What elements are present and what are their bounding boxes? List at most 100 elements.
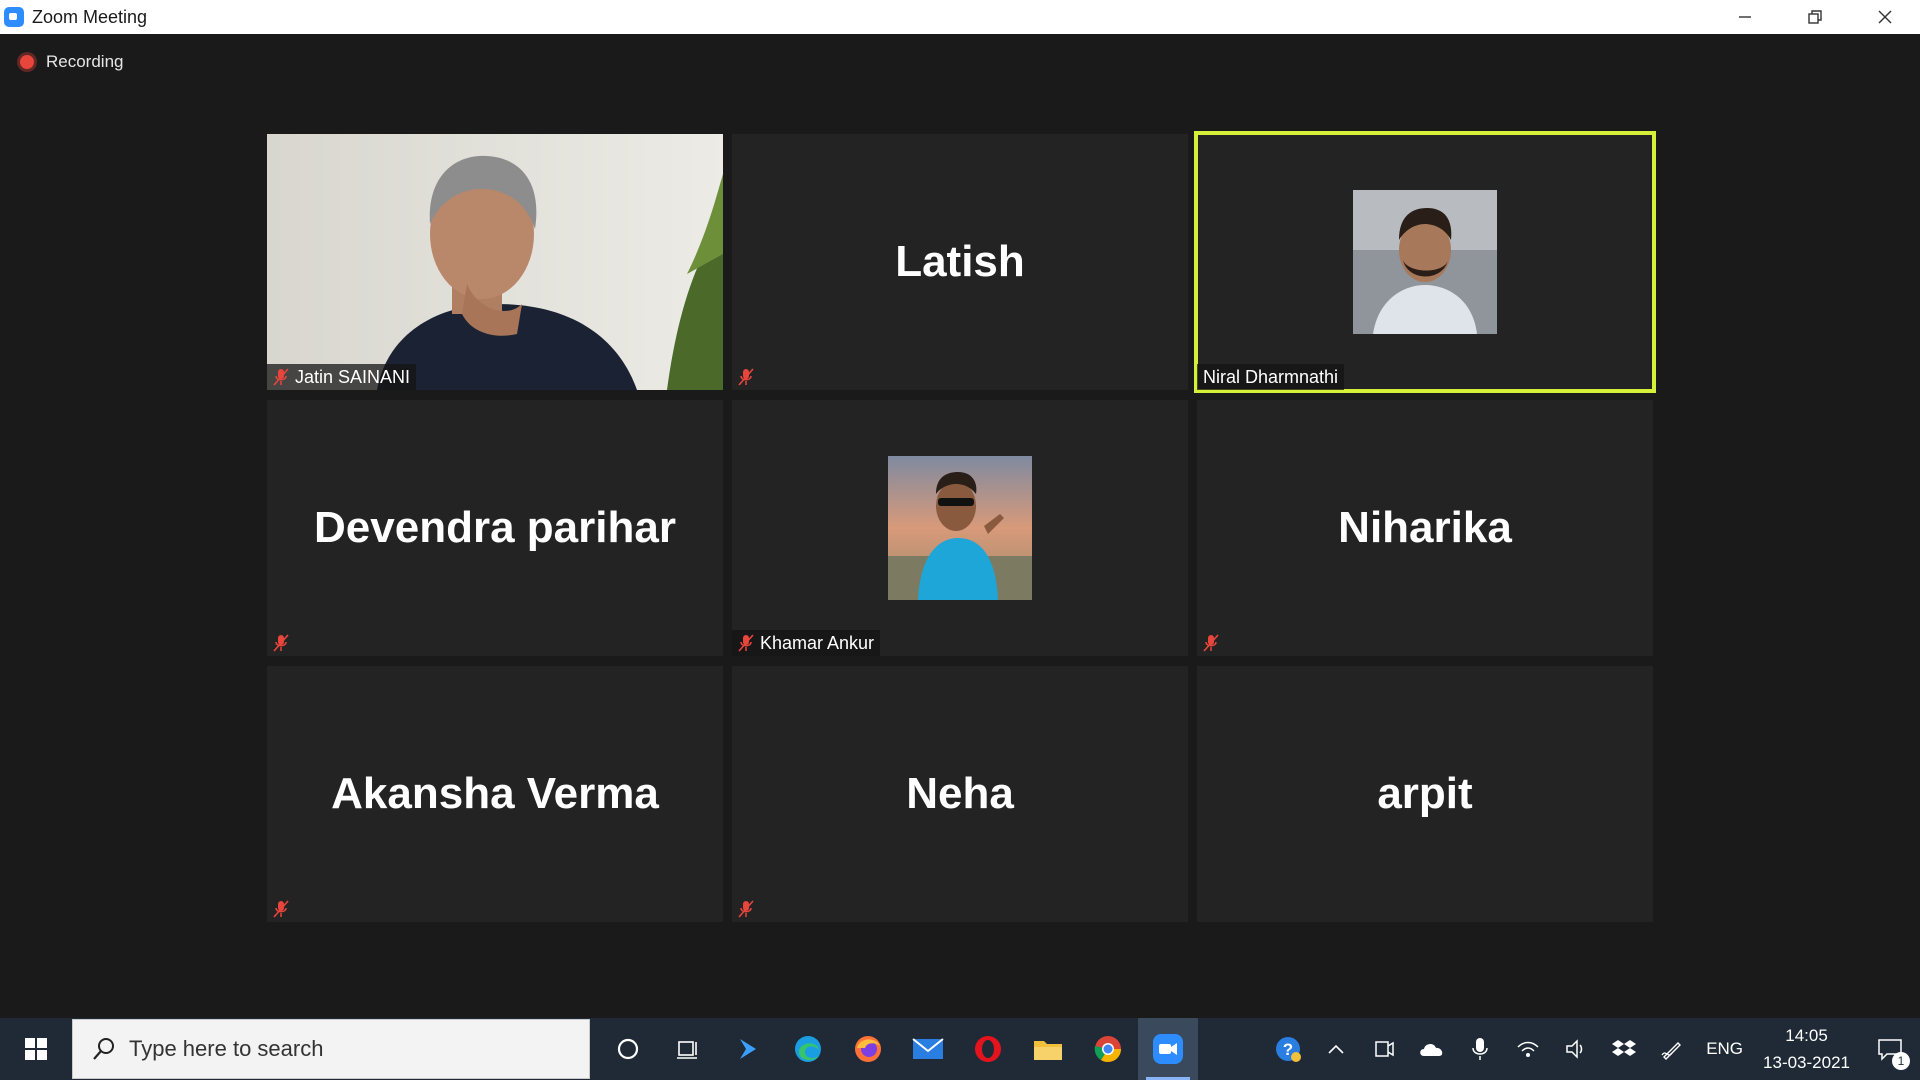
cloud-icon <box>1420 1043 1443 1056</box>
participant-name-label <box>732 896 760 922</box>
zoom-icon <box>1153 1034 1183 1064</box>
recording-indicator[interactable]: Recording <box>20 52 124 72</box>
participant-name: Niral Dharmnathi <box>1203 366 1339 387</box>
video-tile-latish[interactable]: Latish <box>732 134 1188 390</box>
window-controls <box>1710 0 1920 34</box>
taskbar-app-file-explorer[interactable] <box>1018 1018 1078 1080</box>
action-center-button[interactable]: 1 <box>1860 1018 1920 1080</box>
taskbar-app-mail[interactable] <box>898 1018 958 1080</box>
tray-dropbox-button[interactable] <box>1600 1018 1648 1080</box>
restore-button[interactable] <box>1780 0 1850 34</box>
minimize-icon <box>1739 16 1751 18</box>
taskbar-app-opera[interactable] <box>958 1018 1018 1080</box>
mail-icon <box>912 1038 944 1059</box>
participant-avatar <box>888 456 1032 600</box>
opera-icon <box>975 1036 1001 1062</box>
participant-name: Khamar Ankur <box>760 632 875 653</box>
participant-video <box>267 134 723 390</box>
folder-icon <box>1034 1041 1062 1060</box>
taskbar-app-visual-studio[interactable] <box>718 1018 778 1080</box>
meet-now-icon <box>1375 1041 1394 1057</box>
muted-mic-icon <box>738 634 754 652</box>
search-icon <box>93 1038 114 1060</box>
cortana-button[interactable] <box>598 1018 658 1080</box>
video-tile-neha[interactable]: Neha <box>732 666 1188 922</box>
video-tile-akansha[interactable]: Akansha Verma <box>267 666 723 922</box>
participant-name-label: Khamar Ankur <box>732 630 881 656</box>
participant-display-name: Neha <box>906 769 1014 818</box>
muted-mic-icon <box>738 900 754 918</box>
video-tile-khamar[interactable]: Khamar Ankur <box>732 400 1188 656</box>
tray-meet-now-button[interactable] <box>1360 1018 1408 1080</box>
restore-icon <box>1808 10 1822 24</box>
taskbar-search-box[interactable]: Type here to search <box>72 1019 590 1079</box>
muted-mic-icon <box>273 368 289 386</box>
chrome-icon <box>1094 1036 1122 1063</box>
task-view-button[interactable] <box>658 1018 718 1080</box>
wifi-icon <box>1517 1041 1539 1057</box>
video-tile-niharika[interactable]: Niharika <box>1197 400 1653 656</box>
cortana-circle-icon <box>617 1038 639 1060</box>
participant-display-name: arpit <box>1377 769 1473 818</box>
speaker-icon <box>1566 1039 1583 1059</box>
windows-taskbar: Type here to search ? ENG 14:05 13-03-20… <box>0 1018 1920 1080</box>
participant-display-name: Latish <box>895 237 1025 286</box>
participant-name-label <box>1197 630 1225 656</box>
minimize-button[interactable] <box>1710 0 1780 34</box>
close-icon <box>1878 10 1892 24</box>
tray-pen-button[interactable] <box>1648 1018 1696 1080</box>
start-button[interactable] <box>0 1018 72 1080</box>
taskbar-app-edge[interactable] <box>778 1018 838 1080</box>
microphone-icon <box>1472 1038 1488 1060</box>
task-view-icon <box>677 1041 697 1059</box>
meeting-stage: Recording Jatin SAINANI Latish Niral Dha… <box>0 34 1920 1018</box>
show-hidden-icons-button[interactable] <box>1312 1018 1360 1080</box>
muted-mic-icon <box>738 368 754 386</box>
notification-count-badge: 1 <box>1892 1052 1910 1070</box>
video-tile-arpit[interactable]: arpit <box>1197 666 1653 922</box>
tray-onedrive-button[interactable] <box>1408 1018 1456 1080</box>
dropbox-icon <box>1612 1040 1637 1056</box>
clock-date: 13-03-2021 <box>1763 1053 1850 1072</box>
participant-avatar <box>1353 190 1497 334</box>
visual-studio-icon <box>740 1039 756 1059</box>
windows-logo-icon <box>25 1038 47 1060</box>
muted-mic-icon <box>273 900 289 918</box>
search-placeholder: Type here to search <box>129 1036 324 1061</box>
tray-help-icon-button[interactable]: ? <box>1264 1018 1312 1080</box>
window-titlebar: Zoom Meeting <box>0 0 1920 34</box>
participant-display-name: Niharika <box>1338 503 1512 552</box>
input-language-indicator[interactable]: ENG <box>1706 1039 1743 1059</box>
taskbar-app-zoom[interactable] <box>1138 1018 1198 1080</box>
tray-volume-button[interactable] <box>1552 1018 1600 1080</box>
recording-label: Recording <box>46 52 124 71</box>
video-tile-jatin[interactable]: Jatin SAINANI <box>267 134 723 390</box>
edge-icon <box>795 1036 821 1062</box>
participant-name-label: Niral Dharmnathi <box>1197 364 1345 390</box>
firefox-icon <box>855 1036 881 1062</box>
tray-wifi-button[interactable] <box>1504 1018 1552 1080</box>
participant-display-name: Devendra parihar <box>314 503 676 552</box>
tray-microphone-button[interactable] <box>1456 1018 1504 1080</box>
participant-name-label <box>267 630 295 656</box>
close-button[interactable] <box>1850 0 1920 34</box>
help-icon: ? <box>1276 1037 1302 1062</box>
video-tile-devendra[interactable]: Devendra parihar <box>267 400 723 656</box>
muted-mic-icon <box>1203 634 1219 652</box>
taskbar-app-chrome[interactable] <box>1078 1018 1138 1080</box>
recording-dot-icon <box>20 55 34 69</box>
participant-name-label <box>267 896 295 922</box>
taskbar-clock[interactable]: 14:05 13-03-2021 <box>1763 1022 1850 1076</box>
participant-name-label: Jatin SAINANI <box>267 364 417 390</box>
muted-mic-icon <box>273 634 289 652</box>
pen-icon <box>1661 1042 1682 1060</box>
participant-name-label <box>732 364 760 390</box>
video-tile-niral-active-speaker[interactable]: Niral Dharmnathi <box>1194 131 1656 393</box>
taskbar-app-firefox[interactable] <box>838 1018 898 1080</box>
participant-name: Jatin SAINANI <box>295 366 411 387</box>
zoom-app-icon <box>4 7 24 27</box>
clock-time: 14:05 <box>1785 1026 1828 1045</box>
participant-display-name: Akansha Verma <box>331 769 659 818</box>
chevron-up-icon <box>1328 1044 1344 1054</box>
window-title: Zoom Meeting <box>32 6 148 27</box>
